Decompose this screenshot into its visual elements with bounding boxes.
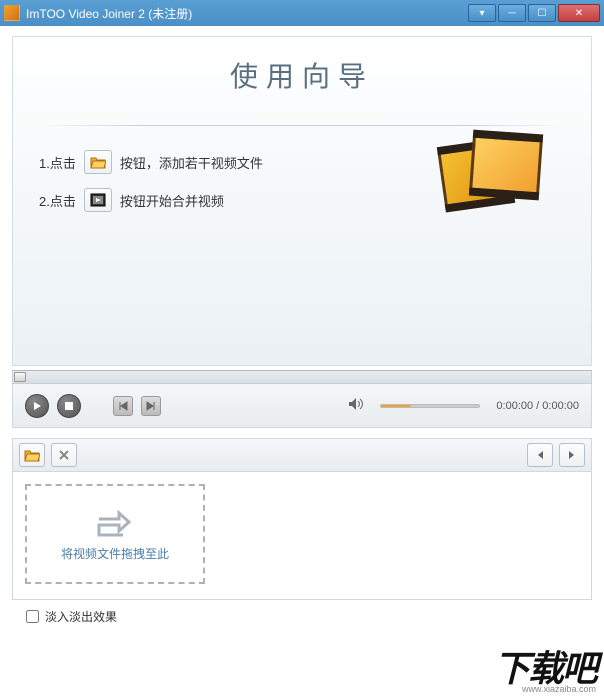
- app-icon: [4, 5, 20, 21]
- wizard-panel: 使用向导 1.点击 按钮，添加若干视频文件 2.点击 按钮开始合并视频: [12, 36, 592, 366]
- seek-bar[interactable]: [12, 370, 592, 384]
- open-folder-icon: [84, 150, 112, 174]
- time-display: 0:00:00 / 0:00:00: [496, 400, 579, 412]
- watermark: 下载吧 www.xiazaiba.com: [494, 655, 596, 694]
- prev-button[interactable]: [113, 396, 133, 416]
- add-file-button[interactable]: [19, 443, 45, 467]
- window-buttons: ▾ ─ ☐ ✕: [468, 4, 600, 22]
- step2-suffix: 按钮开始合并视频: [120, 191, 224, 210]
- close-button[interactable]: ✕: [558, 4, 600, 22]
- volume-slider[interactable]: [380, 404, 480, 408]
- fade-label: 淡入淡出效果: [45, 608, 117, 625]
- maximize-button[interactable]: ☐: [528, 4, 556, 22]
- minimize-button[interactable]: ─: [498, 4, 526, 22]
- seek-thumb[interactable]: [14, 372, 26, 382]
- player-controls: 0:00:00 / 0:00:00: [12, 384, 592, 428]
- footer-options: 淡入淡出效果: [12, 600, 592, 633]
- wizard-illustration: [441, 137, 551, 217]
- move-right-button[interactable]: [559, 443, 585, 467]
- dropzone[interactable]: 将视频文件拖拽至此: [25, 484, 205, 584]
- file-toolbar: [12, 438, 592, 472]
- move-left-button[interactable]: [527, 443, 553, 467]
- volume-icon[interactable]: [348, 397, 364, 414]
- titlebar: ImTOO Video Joiner 2 (未注册) ▾ ─ ☐ ✕: [0, 0, 604, 26]
- window-title: ImTOO Video Joiner 2 (未注册): [26, 5, 468, 22]
- stop-button[interactable]: [57, 394, 81, 418]
- join-video-icon: [84, 188, 112, 212]
- step2-prefix: 2.点击: [39, 191, 76, 210]
- remove-file-button[interactable]: [51, 443, 77, 467]
- dropdown-window-button[interactable]: ▾: [468, 4, 496, 22]
- wizard-heading: 使用向导: [39, 55, 565, 95]
- step1-prefix: 1.点击: [39, 153, 76, 172]
- dropzone-text: 将视频文件拖拽至此: [61, 545, 169, 562]
- next-button[interactable]: [141, 396, 161, 416]
- watermark-logo: 下载吧: [494, 655, 596, 684]
- step1-suffix: 按钮，添加若干视频文件: [120, 153, 263, 172]
- file-list-area: 将视频文件拖拽至此: [12, 472, 592, 600]
- dropzone-arrow-icon: [93, 507, 137, 537]
- fade-checkbox[interactable]: [26, 610, 39, 623]
- play-button[interactable]: [25, 394, 49, 418]
- divider: [39, 125, 565, 126]
